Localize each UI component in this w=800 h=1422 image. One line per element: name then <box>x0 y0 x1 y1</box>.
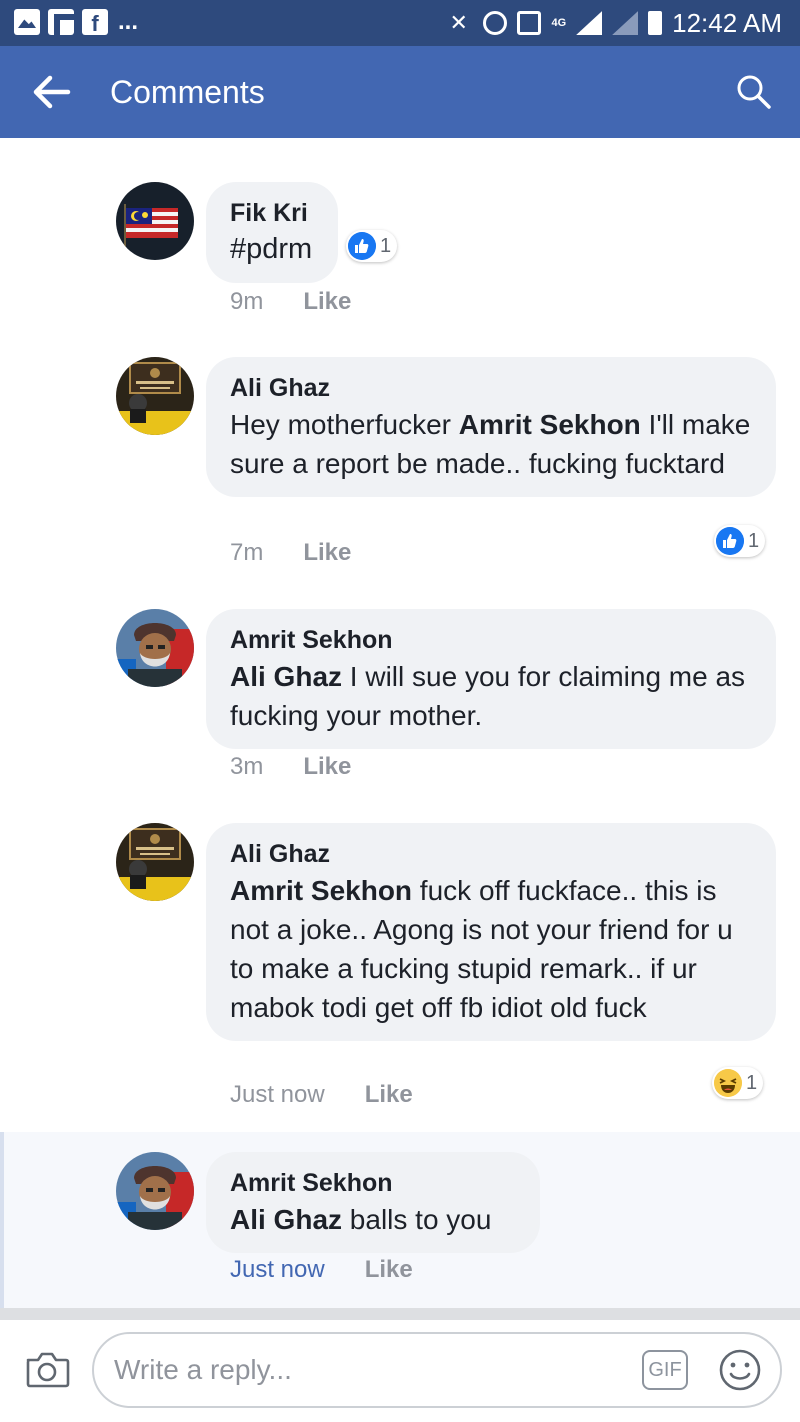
comment-author[interactable]: Amrit Sekhon <box>230 623 752 657</box>
arrow-left-icon[interactable] <box>30 72 74 112</box>
system-icons: ✕ 4G 12:42 AM <box>449 6 782 40</box>
comment-text: Amrit Sekhon fuck off fuckface.. this is… <box>230 871 752 1027</box>
reply-divider <box>0 1308 800 1320</box>
clock: 12:42 AM <box>672 8 782 38</box>
comment-bubble[interactable]: Amrit Sekhon Ali Ghaz I will sue you for… <box>206 609 776 749</box>
avatar[interactable] <box>116 182 194 260</box>
gif-button[interactable]: GIF <box>642 1350 688 1390</box>
reaction-count[interactable]: 1 <box>346 230 398 262</box>
comment-meta: 7m Like <box>230 539 351 567</box>
comment-timestamp: Just now <box>230 1081 325 1108</box>
like-button[interactable]: Like <box>365 1081 413 1109</box>
comment-timestamp: 9m <box>230 288 264 315</box>
reply-input[interactable]: Write a reply... GIF <box>92 1332 782 1408</box>
battery-icon <box>648 11 663 35</box>
comment-bubble[interactable]: Ali Ghaz Amrit Sekhon fuck off fuckface.… <box>206 823 776 1041</box>
comment-timestamp: 3m <box>230 753 264 780</box>
reaction-count[interactable]: 1 <box>714 525 766 557</box>
like-button[interactable]: Like <box>303 753 351 781</box>
comment-text-start: Hey motherfucker <box>230 409 459 440</box>
like-button[interactable]: Like <box>365 1256 413 1284</box>
mention-link[interactable]: Amrit Sekhon <box>230 875 412 906</box>
comment-timestamp: 7m <box>230 539 264 566</box>
gallery-icon <box>14 9 40 35</box>
avatar[interactable] <box>116 357 194 435</box>
emoji-icon[interactable] <box>718 1348 762 1392</box>
network-type: 4G <box>551 16 567 29</box>
comment-author[interactable]: Fik Kri <box>230 196 312 230</box>
avatar[interactable] <box>116 609 194 687</box>
alarm-icon <box>483 11 508 35</box>
comment-author[interactable]: Ali Ghaz <box>230 371 752 405</box>
comment-bubble[interactable]: Fik Kri #pdrm <box>206 182 339 283</box>
mention-link[interactable]: Amrit Sekhon <box>459 409 641 440</box>
page-title: Comments <box>110 74 265 110</box>
haha-reaction-icon <box>714 1069 742 1097</box>
reaction-count-label: 1 <box>746 1071 758 1094</box>
facebook-icon: f <box>82 9 108 36</box>
reaction-count-label: 1 <box>748 529 760 552</box>
like-button[interactable]: Like <box>303 288 351 316</box>
mention-link[interactable]: Ali Ghaz <box>230 661 342 692</box>
reply-placeholder: Write a reply... <box>114 1354 292 1385</box>
mention-link[interactable]: Ali Ghaz <box>230 1204 342 1235</box>
like-reaction-icon <box>716 527 744 555</box>
app-bar: Comments <box>0 46 800 138</box>
comment-bubble[interactable]: Amrit Sekhon Ali Ghaz balls to you <box>206 1152 540 1253</box>
like-reaction-icon <box>348 232 376 260</box>
new-comment-indicator <box>0 1132 4 1308</box>
reaction-count-label: 1 <box>380 234 392 257</box>
comment-meta: 9m Like <box>230 288 351 316</box>
comment-text: Hey motherfucker Amrit Sekhon I'll make … <box>230 405 752 483</box>
like-button[interactable]: Like <box>303 539 351 567</box>
comment-meta: 3m Like <box>230 753 351 781</box>
signal-icon <box>576 11 603 35</box>
comment-meta: Just now Like <box>230 1256 413 1284</box>
mute-icon: ✕ <box>449 10 468 35</box>
search-icon[interactable] <box>734 72 774 112</box>
status-bar: f ... ✕ 4G 12:42 AM <box>0 0 800 46</box>
avatar[interactable] <box>116 1152 194 1230</box>
comment-timestamp: Just now <box>230 1256 325 1283</box>
reaction-count[interactable]: 1 <box>712 1067 764 1099</box>
camera-icon[interactable] <box>24 1348 70 1390</box>
comment-text: Ali Ghaz balls to you <box>230 1200 516 1239</box>
reply-bar: Write a reply... GIF <box>0 1320 800 1422</box>
comment-text-body: balls to you <box>342 1204 492 1235</box>
avatar[interactable] <box>116 823 194 901</box>
nfc-icon <box>517 11 542 35</box>
comment-meta: Just now Like <box>230 1081 413 1109</box>
notification-icons: f ... <box>14 8 139 36</box>
comment-text: #pdrm <box>230 233 313 265</box>
flipboard-icon <box>48 9 74 36</box>
more-notifications-indicator: ... <box>118 8 139 35</box>
comment-text: Ali Ghaz I will sue you for claiming me … <box>230 657 752 735</box>
signal-icon-secondary <box>612 11 639 35</box>
comment-author[interactable]: Ali Ghaz <box>230 837 752 871</box>
comment-author[interactable]: Amrit Sekhon <box>230 1166 516 1200</box>
comment-bubble[interactable]: Ali Ghaz Hey motherfucker Amrit Sekhon I… <box>206 357 776 497</box>
